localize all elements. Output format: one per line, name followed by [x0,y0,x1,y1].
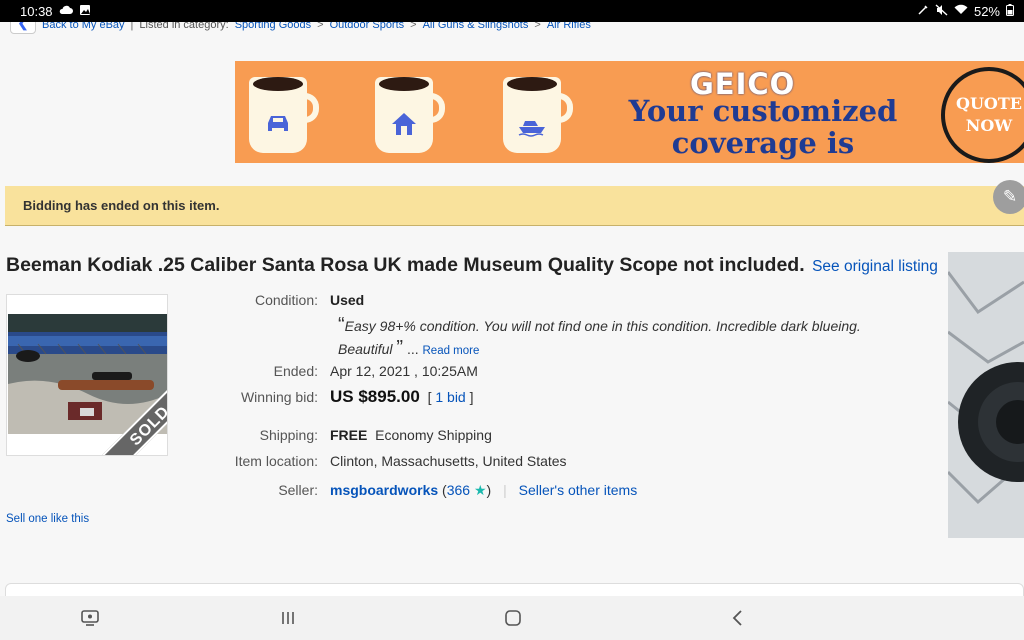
geico-ad-banner[interactable]: GEICO Your customized coverage is ready … [235,61,1024,163]
star-icon: ★ [473,482,487,498]
shipping-label: Shipping: [259,427,318,443]
seller-notes-line1: Easy 98+% condition. You will not find o… [344,318,861,334]
seller-feedback-count[interactable]: 366 [447,482,470,498]
winning-bid-label: Winning bid: [240,389,318,405]
bid-history-link[interactable]: 1 bid [435,389,465,405]
winning-bid-value: US $895.00 [330,387,420,406]
condition-row: Condition: Used [200,292,940,308]
next-section-card [5,583,1024,596]
condition-label: Condition: [254,292,318,308]
shipping-method: Economy Shipping [375,427,492,443]
tire-chain-image [948,252,1024,538]
boat-icon [517,111,547,137]
recent-apps-icon[interactable] [276,606,300,630]
side-ad-image[interactable] [948,252,1024,538]
home-icon [389,111,419,137]
breadcrumb-item-air-rifles[interactable]: Air Rifles [547,22,591,31]
mute-icon [935,3,948,19]
home-icon[interactable] [501,606,525,630]
bidding-ended-notice: Bidding has ended on this item. [5,186,1024,226]
mug-car [249,71,319,155]
edit-pencil-icon[interactable]: ✎ [993,180,1024,214]
car-icon [263,111,293,137]
ended-label: Ended: [273,363,318,379]
listing-title-row: Beeman Kodiak .25 Caliber Santa Rosa UK … [6,254,946,277]
ended-value: Apr 12, 2021 , 10:25AM [330,363,478,379]
sell-one-like-this-link[interactable]: Sell one like this [6,513,89,525]
breadcrumb-item-outdoor-sports[interactable]: Outdoor Sports [330,22,405,31]
see-original-listing-link[interactable]: See original listing [812,258,938,275]
battery-icon [1006,3,1014,19]
condition-value: Used [330,292,365,308]
back-icon[interactable] [726,606,750,630]
ad-headline-line1: Your customized [628,94,898,128]
mug-home [375,71,445,155]
ended-row: Ended: Apr 12, 2021 , 10:25AM [200,363,940,379]
breadcrumb: ❮ Back to My eBay | Listed in category: … [10,22,591,34]
shipping-row: Shipping: FREE Economy Shipping [200,427,940,443]
sellers-other-items-link[interactable]: Seller's other items [519,482,638,498]
battery-level: 52% [973,3,1000,19]
breadcrumb-item-guns-slingshots[interactable]: All Guns & Slingshots [423,22,529,31]
listed-in-label: Listed in category: [139,22,229,31]
back-chevron-icon[interactable]: ❮ [10,22,36,34]
location-row: Item location: Clinton, Massachusetts, U… [200,453,940,469]
screenshot-icon[interactable] [78,606,102,630]
seller-notes-line2: Beautiful [338,341,393,357]
winning-bid-row: Winning bid: US $895.00 [ 1 bid ] [200,387,940,407]
status-bar: 10:38 52% [0,0,1024,22]
cloud-icon [59,5,73,18]
pen-off-icon [917,4,929,19]
ad-headline-line2: coverage is ready [671,126,855,163]
back-to-my-ebay-link[interactable]: Back to My eBay [42,22,125,31]
system-nav-bar [0,596,1024,640]
image-icon [79,4,91,19]
geico-logo: GEICO [690,67,796,101]
seller-notes: “Easy 98+% condition. You will not find … [338,314,861,359]
mug-boat [503,71,573,155]
seller-name-link[interactable]: msgboardworks [330,482,438,498]
item-photo[interactable]: SOLD [6,294,168,456]
breadcrumb-item-sporting-goods[interactable]: Sporting Goods [235,22,311,31]
listing-page: ❮ Back to My eBay | Listed in category: … [0,22,1024,596]
seller-row: Seller: msgboardworks (366 ★) | Seller's… [200,480,940,499]
wifi-icon [954,4,968,18]
location-label: Item location: [234,453,318,469]
read-more-link[interactable]: Read more [423,345,480,357]
location-value: Clinton, Massachusetts, United States [330,453,567,469]
shipping-free: FREE [330,427,368,443]
status-time: 10:38 [20,3,53,19]
quote-now-button[interactable]: QUOTE NOW [941,67,1024,163]
seller-label: Seller: [278,482,318,498]
listing-title: Beeman Kodiak .25 Caliber Santa Rosa UK … [6,254,805,276]
